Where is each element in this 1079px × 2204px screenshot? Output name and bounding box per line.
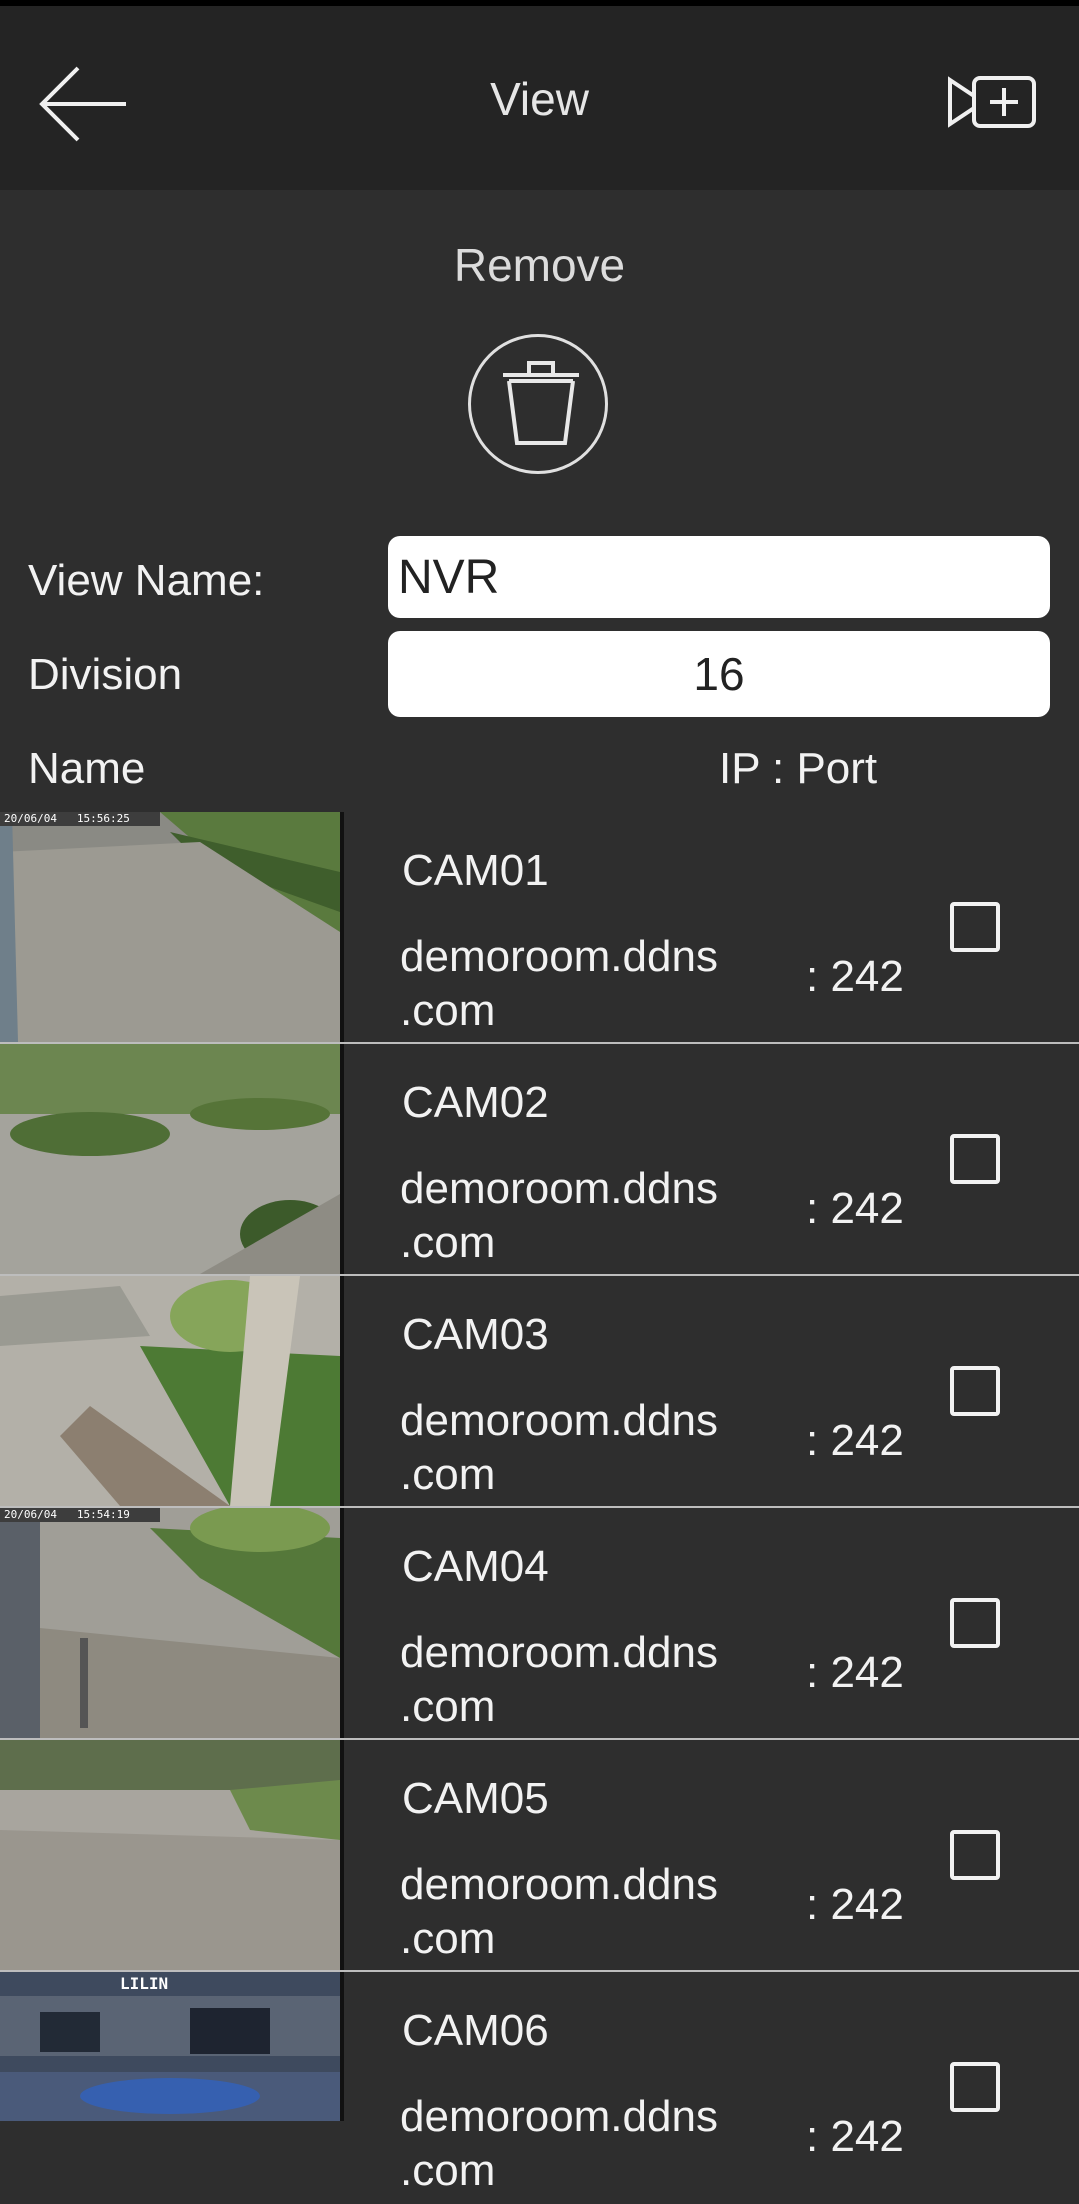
remove-label: Remove (453, 239, 626, 291)
camera-checkbox[interactable] (950, 1366, 1000, 1416)
camera-row[interactable]: 20/06/04 15:54:19 CAM04 demoroom.ddns .co… (0, 1508, 1079, 1740)
page-title: View (490, 73, 589, 125)
view-name-input[interactable] (388, 536, 1050, 618)
camera-host: demoroom.ddns .com (400, 1164, 718, 1267)
camera-thumbnail: 20/06/04 15:56:25 (0, 812, 344, 1042)
remove-button[interactable] (468, 334, 608, 474)
trash-icon (503, 361, 579, 445)
camera-thumbnail: LILIN (0, 1972, 344, 2121)
camera-port: : 242 (806, 2112, 904, 2161)
camera-thumbnail (0, 1276, 344, 1506)
camera-checkbox[interactable] (950, 1134, 1000, 1184)
ip-port-column-header: IP : Port (719, 744, 878, 793)
division-label: Division (28, 650, 183, 699)
camera-osd: 20/06/04 15:56:25 (4, 812, 130, 825)
camera-port: : 242 (806, 1880, 904, 1929)
camera-host: demoroom.ddns .com (400, 1860, 718, 1963)
camera-name: CAM04 (402, 1542, 549, 1591)
app-header: View (0, 6, 1079, 190)
camera-port: : 242 (806, 1648, 904, 1697)
camera-row[interactable]: LILIN CAM06 demoroom.ddns .com : 242 (0, 1972, 1079, 2204)
camera-add-icon (948, 76, 1036, 128)
view-name-label: View Name: (28, 556, 265, 605)
camera-host: demoroom.ddns .com (400, 1628, 718, 1731)
camera-row[interactable]: CAM05 demoroom.ddns .com : 242 (0, 1740, 1079, 1972)
camera-host: demoroom.ddns .com (400, 2092, 718, 2195)
camera-name: CAM01 (402, 846, 549, 895)
camera-host: demoroom.ddns .com (400, 932, 718, 1035)
camera-thumbnail (0, 1740, 344, 1970)
division-select[interactable]: 16 (388, 631, 1050, 717)
camera-row[interactable]: 20/06/04 15:56:25 CAM01 demoroom.ddns .co… (0, 812, 1079, 1044)
camera-checkbox[interactable] (950, 2062, 1000, 2112)
camera-checkbox[interactable] (950, 902, 1000, 952)
camera-host: demoroom.ddns .com (400, 1396, 718, 1499)
camera-osd: LILIN (120, 1974, 169, 1993)
camera-port: : 242 (806, 1416, 904, 1465)
name-column-header: Name (28, 744, 146, 793)
camera-port: : 242 (806, 1184, 904, 1233)
camera-thumbnail (0, 1044, 344, 1274)
add-camera-button[interactable] (946, 72, 1038, 132)
camera-checkbox[interactable] (950, 1830, 1000, 1880)
camera-osd: 20/06/04 15:54:19 (4, 1508, 130, 1521)
camera-checkbox[interactable] (950, 1598, 1000, 1648)
camera-name: CAM03 (402, 1310, 549, 1359)
camera-name: CAM06 (402, 2006, 549, 2055)
camera-row[interactable]: CAM02 demoroom.ddns .com : 242 (0, 1044, 1079, 1276)
camera-name: CAM05 (402, 1774, 549, 1823)
camera-row[interactable]: CAM03 demoroom.ddns .com : 242 (0, 1276, 1079, 1508)
camera-port: : 242 (806, 952, 904, 1001)
camera-name: CAM02 (402, 1078, 549, 1127)
camera-thumbnail: 20/06/04 15:54:19 (0, 1508, 344, 1738)
